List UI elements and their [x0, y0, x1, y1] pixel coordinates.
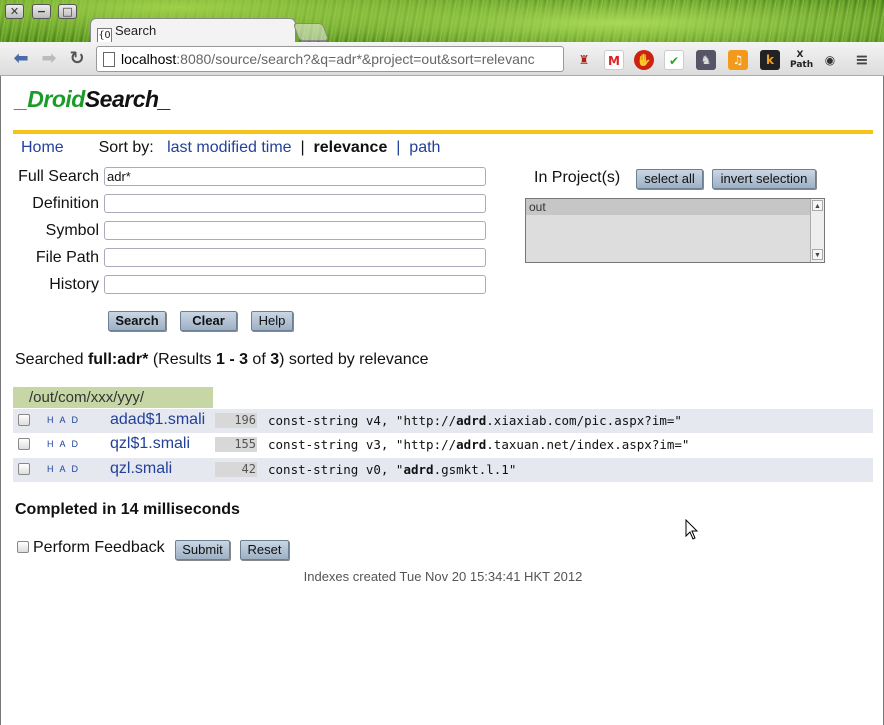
droidsearch-logo[interactable]: _DroidSearch_ — [15, 86, 171, 113]
file-path-label: File Path — [35, 249, 99, 266]
submit-button[interactable]: Submit — [175, 540, 230, 560]
full-search-label: Full Search — [18, 168, 99, 185]
result-row: H A D qzl.smali 42 const-string v0, "adr… — [13, 458, 873, 482]
result-directory[interactable]: /out/com/xxx/yyy/ — [13, 387, 213, 408]
result-total: 3 — [270, 351, 280, 368]
new-tab-button[interactable] — [292, 23, 330, 41]
forward-icon[interactable]: ➡ — [38, 49, 60, 69]
sort-by-label: Sort by: — [98, 139, 154, 156]
back-icon[interactable]: ⬅ — [10, 49, 32, 69]
tab-favicon-icon: {O — [97, 28, 112, 43]
tab-title: Search — [115, 23, 157, 38]
extension-hat-icon[interactable]: ♜ — [574, 50, 594, 70]
in-projects-label: In Project(s) — [534, 169, 621, 186]
help-button[interactable]: Help — [251, 311, 293, 331]
evernote-icon[interactable]: ♞ — [696, 50, 716, 70]
result-filename[interactable]: adad$1.smali — [110, 411, 205, 429]
browser-tab[interactable]: {O Search — [90, 18, 296, 43]
menu-separator: | — [396, 139, 401, 156]
history-annotate-download-links[interactable]: H A D — [47, 415, 80, 425]
music-icon[interactable]: ♫ — [728, 50, 748, 70]
history-input[interactable] — [104, 275, 486, 294]
browser-chrome: ✕ − □ {O Search ⬅ ➡ ↻ localhost:8080/sour… — [0, 0, 884, 76]
sort-relevance-current: relevance — [313, 139, 388, 156]
gmail-icon[interactable]: M — [604, 50, 624, 70]
sort-last-modified-link[interactable]: last modified time — [167, 139, 292, 156]
result-filename[interactable]: qzl$1.smali — [110, 435, 190, 453]
history-label: History — [49, 276, 99, 293]
reset-button[interactable]: Reset — [240, 540, 289, 560]
symbol-label: Symbol — [45, 222, 99, 239]
invert-selection-button[interactable]: invert selection — [712, 169, 816, 189]
owl-icon[interactable]: ◉ — [820, 50, 840, 70]
perform-feedback-checkbox[interactable] — [17, 541, 29, 553]
sort-path-link[interactable]: path — [409, 139, 440, 156]
full-search-input[interactable]: adr* — [104, 167, 486, 186]
checker-icon[interactable]: ✔ — [664, 50, 684, 70]
result-line-number[interactable]: 196 — [215, 413, 257, 428]
xpath-icon[interactable]: X Path — [790, 50, 813, 70]
result-checkbox[interactable] — [18, 463, 30, 475]
history-annotate-download-links[interactable]: H A D — [47, 439, 80, 449]
search-query: full:adr* — [87, 351, 149, 368]
definition-row: Definition — [1, 194, 491, 216]
file-path-row: File Path — [1, 248, 491, 270]
result-code-line[interactable]: const-string v4, "http://adrd.xiaxiab.co… — [268, 413, 682, 428]
result-code-line[interactable]: const-string v3, "http://adrd.taxuan.net… — [268, 437, 689, 452]
result-row: H A D qzl$1.smali 155 const-string v3, "… — [13, 433, 873, 457]
menu-icon[interactable]: ≡ — [852, 50, 872, 70]
result-filename[interactable]: qzl.smali — [110, 460, 172, 478]
project-list-scrollbar[interactable]: ▲ ▼ — [810, 199, 824, 262]
index-timestamp: Indexes created Tue Nov 20 15:34:41 HKT … — [303, 569, 583, 584]
minimize-window-icon[interactable]: − — [32, 4, 51, 19]
project-option[interactable]: out — [526, 199, 810, 215]
maximize-window-icon[interactable]: □ — [58, 4, 77, 19]
symbol-row: Symbol — [1, 221, 491, 243]
result-line-number[interactable]: 155 — [215, 437, 257, 452]
mouse-pointer-icon — [685, 519, 699, 540]
result-code-line[interactable]: const-string v0, "adrd.gsmkt.l.1" — [268, 462, 516, 477]
k-extension-icon[interactable]: k — [760, 50, 780, 70]
full-search-row: Full Search adr* — [1, 167, 491, 189]
select-all-button[interactable]: select all — [636, 169, 703, 189]
definition-label: Definition — [32, 195, 99, 212]
definition-input[interactable] — [104, 194, 486, 213]
perform-feedback-label: Perform Feedback — [33, 539, 165, 556]
page-icon — [103, 52, 115, 67]
file-path-input[interactable] — [104, 248, 486, 267]
top-menu: Home Sort by: last modified time | relev… — [21, 139, 440, 157]
reload-icon[interactable]: ↻ — [66, 49, 88, 69]
browser-toolbar: ⬅ ➡ ↻ localhost:8080/source/search?&q=ad… — [0, 42, 884, 76]
clear-button[interactable]: Clear — [180, 311, 237, 331]
home-link[interactable]: Home — [21, 139, 64, 156]
adblock-icon[interactable]: ✋ — [634, 50, 654, 70]
completion-time: Completed in 14 milliseconds — [15, 501, 240, 518]
history-row: History — [1, 275, 491, 297]
close-window-icon[interactable]: ✕ — [5, 4, 24, 19]
menu-separator: | — [300, 139, 305, 156]
result-checkbox[interactable] — [18, 414, 30, 426]
result-row: H A D adad$1.smali 196 const-string v4, … — [13, 409, 873, 433]
project-select-list[interactable]: out ▲ ▼ — [525, 198, 825, 263]
header-bar — [13, 130, 873, 134]
address-bar[interactable]: localhost:8080/source/search?&q=adr*&pro… — [96, 46, 564, 72]
scroll-up-icon[interactable]: ▲ — [812, 200, 823, 211]
page-viewport: _DroidSearch_ Home Sort by: last modifie… — [0, 76, 884, 725]
result-checkbox[interactable] — [18, 438, 30, 450]
result-range: 1 - 3 — [215, 351, 248, 368]
search-summary: Searched full:adr* (Results 1 - 3 of 3) … — [15, 351, 429, 368]
scroll-down-icon[interactable]: ▼ — [812, 249, 823, 260]
history-annotate-download-links[interactable]: H A D — [47, 464, 80, 474]
symbol-input[interactable] — [104, 221, 486, 240]
result-line-number[interactable]: 42 — [215, 462, 257, 477]
search-button[interactable]: Search — [108, 311, 166, 331]
